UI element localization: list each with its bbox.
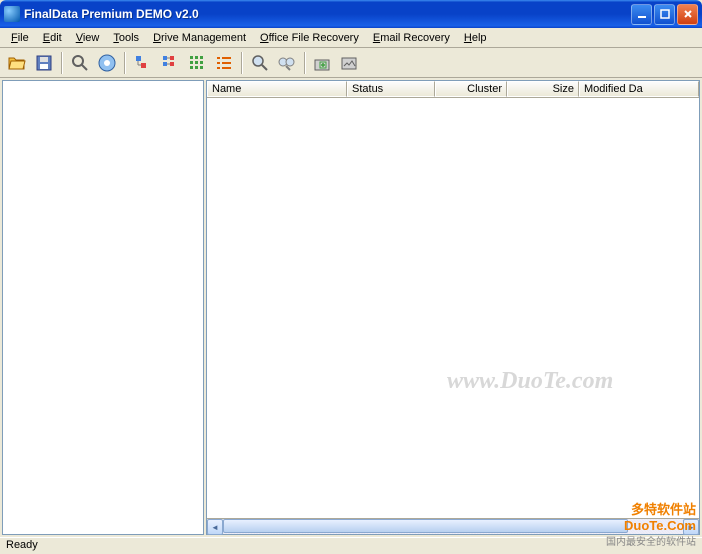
scroll-thumb[interactable]: [223, 519, 628, 533]
maximize-button[interactable]: [654, 4, 675, 25]
tree-pane[interactable]: [2, 80, 204, 535]
client-area: Name Status Cluster Size Modified Da www…: [0, 78, 702, 537]
toolbar-separator: [241, 52, 243, 74]
find-next-button[interactable]: [274, 50, 300, 76]
recover-button[interactable]: [310, 50, 336, 76]
find-next-icon: [277, 54, 297, 72]
list-detail-icon: [215, 54, 233, 72]
tree-expand-button[interactable]: [157, 50, 183, 76]
column-cluster[interactable]: Cluster: [435, 81, 507, 97]
menu-office-recovery[interactable]: Office File Recovery: [253, 30, 366, 46]
column-status[interactable]: Status: [347, 81, 435, 97]
close-button[interactable]: [677, 4, 698, 25]
status-text: Ready: [6, 539, 38, 551]
tree-collapse-button[interactable]: [130, 50, 156, 76]
horizontal-scrollbar: ◄ ►: [207, 518, 699, 534]
column-size[interactable]: Size: [507, 81, 579, 97]
column-modified[interactable]: Modified Da: [579, 81, 699, 97]
window-controls: [631, 4, 698, 25]
toolbar-separator: [124, 52, 126, 74]
search-button[interactable]: [67, 50, 93, 76]
menu-drive-management[interactable]: Drive Management: [146, 30, 253, 46]
find-icon: [251, 54, 269, 72]
save-button[interactable]: [31, 50, 57, 76]
list-pane: Name Status Cluster Size Modified Da www…: [206, 80, 700, 535]
close-icon: [682, 8, 694, 20]
preview-icon: [340, 54, 360, 72]
menu-file[interactable]: File: [4, 30, 36, 46]
list-small-icon: [188, 54, 206, 72]
scan-icon: [97, 53, 117, 73]
app-icon: [4, 6, 20, 22]
minimize-icon: [636, 8, 648, 20]
statusbar: Ready: [0, 537, 702, 554]
search-icon: [71, 54, 89, 72]
maximize-icon: [659, 8, 671, 20]
column-name[interactable]: Name: [207, 81, 347, 97]
find-button[interactable]: [247, 50, 273, 76]
toolbar: [0, 48, 702, 78]
watermark: www.DuoTe.com: [447, 368, 613, 395]
open-button[interactable]: [4, 50, 30, 76]
titlebar: FinalData Premium DEMO v2.0: [0, 0, 702, 28]
recover-icon: [313, 54, 333, 72]
preview-button[interactable]: [337, 50, 363, 76]
save-icon: [35, 54, 53, 72]
open-icon: [7, 54, 27, 72]
tree-expand-icon: [161, 54, 179, 72]
column-headers: Name Status Cluster Size Modified Da: [207, 81, 699, 98]
menu-edit[interactable]: Edit: [36, 30, 69, 46]
minimize-button[interactable]: [631, 4, 652, 25]
tree-collapse-icon: [134, 54, 152, 72]
scroll-right-button[interactable]: ►: [683, 519, 699, 535]
scan-button[interactable]: [94, 50, 120, 76]
toolbar-separator: [61, 52, 63, 74]
scroll-left-button[interactable]: ◄: [207, 519, 223, 535]
list-body[interactable]: www.DuoTe.com: [207, 98, 699, 518]
menu-help[interactable]: Help: [457, 30, 494, 46]
list-small-button[interactable]: [184, 50, 210, 76]
toolbar-separator: [304, 52, 306, 74]
menubar: File Edit View Tools Drive Management Of…: [0, 28, 702, 48]
window-title: FinalData Premium DEMO v2.0: [24, 7, 631, 21]
menu-tools[interactable]: Tools: [106, 30, 146, 46]
list-detail-button[interactable]: [211, 50, 237, 76]
menu-email-recovery[interactable]: Email Recovery: [366, 30, 457, 46]
scroll-track[interactable]: [223, 519, 683, 534]
menu-view[interactable]: View: [69, 30, 107, 46]
